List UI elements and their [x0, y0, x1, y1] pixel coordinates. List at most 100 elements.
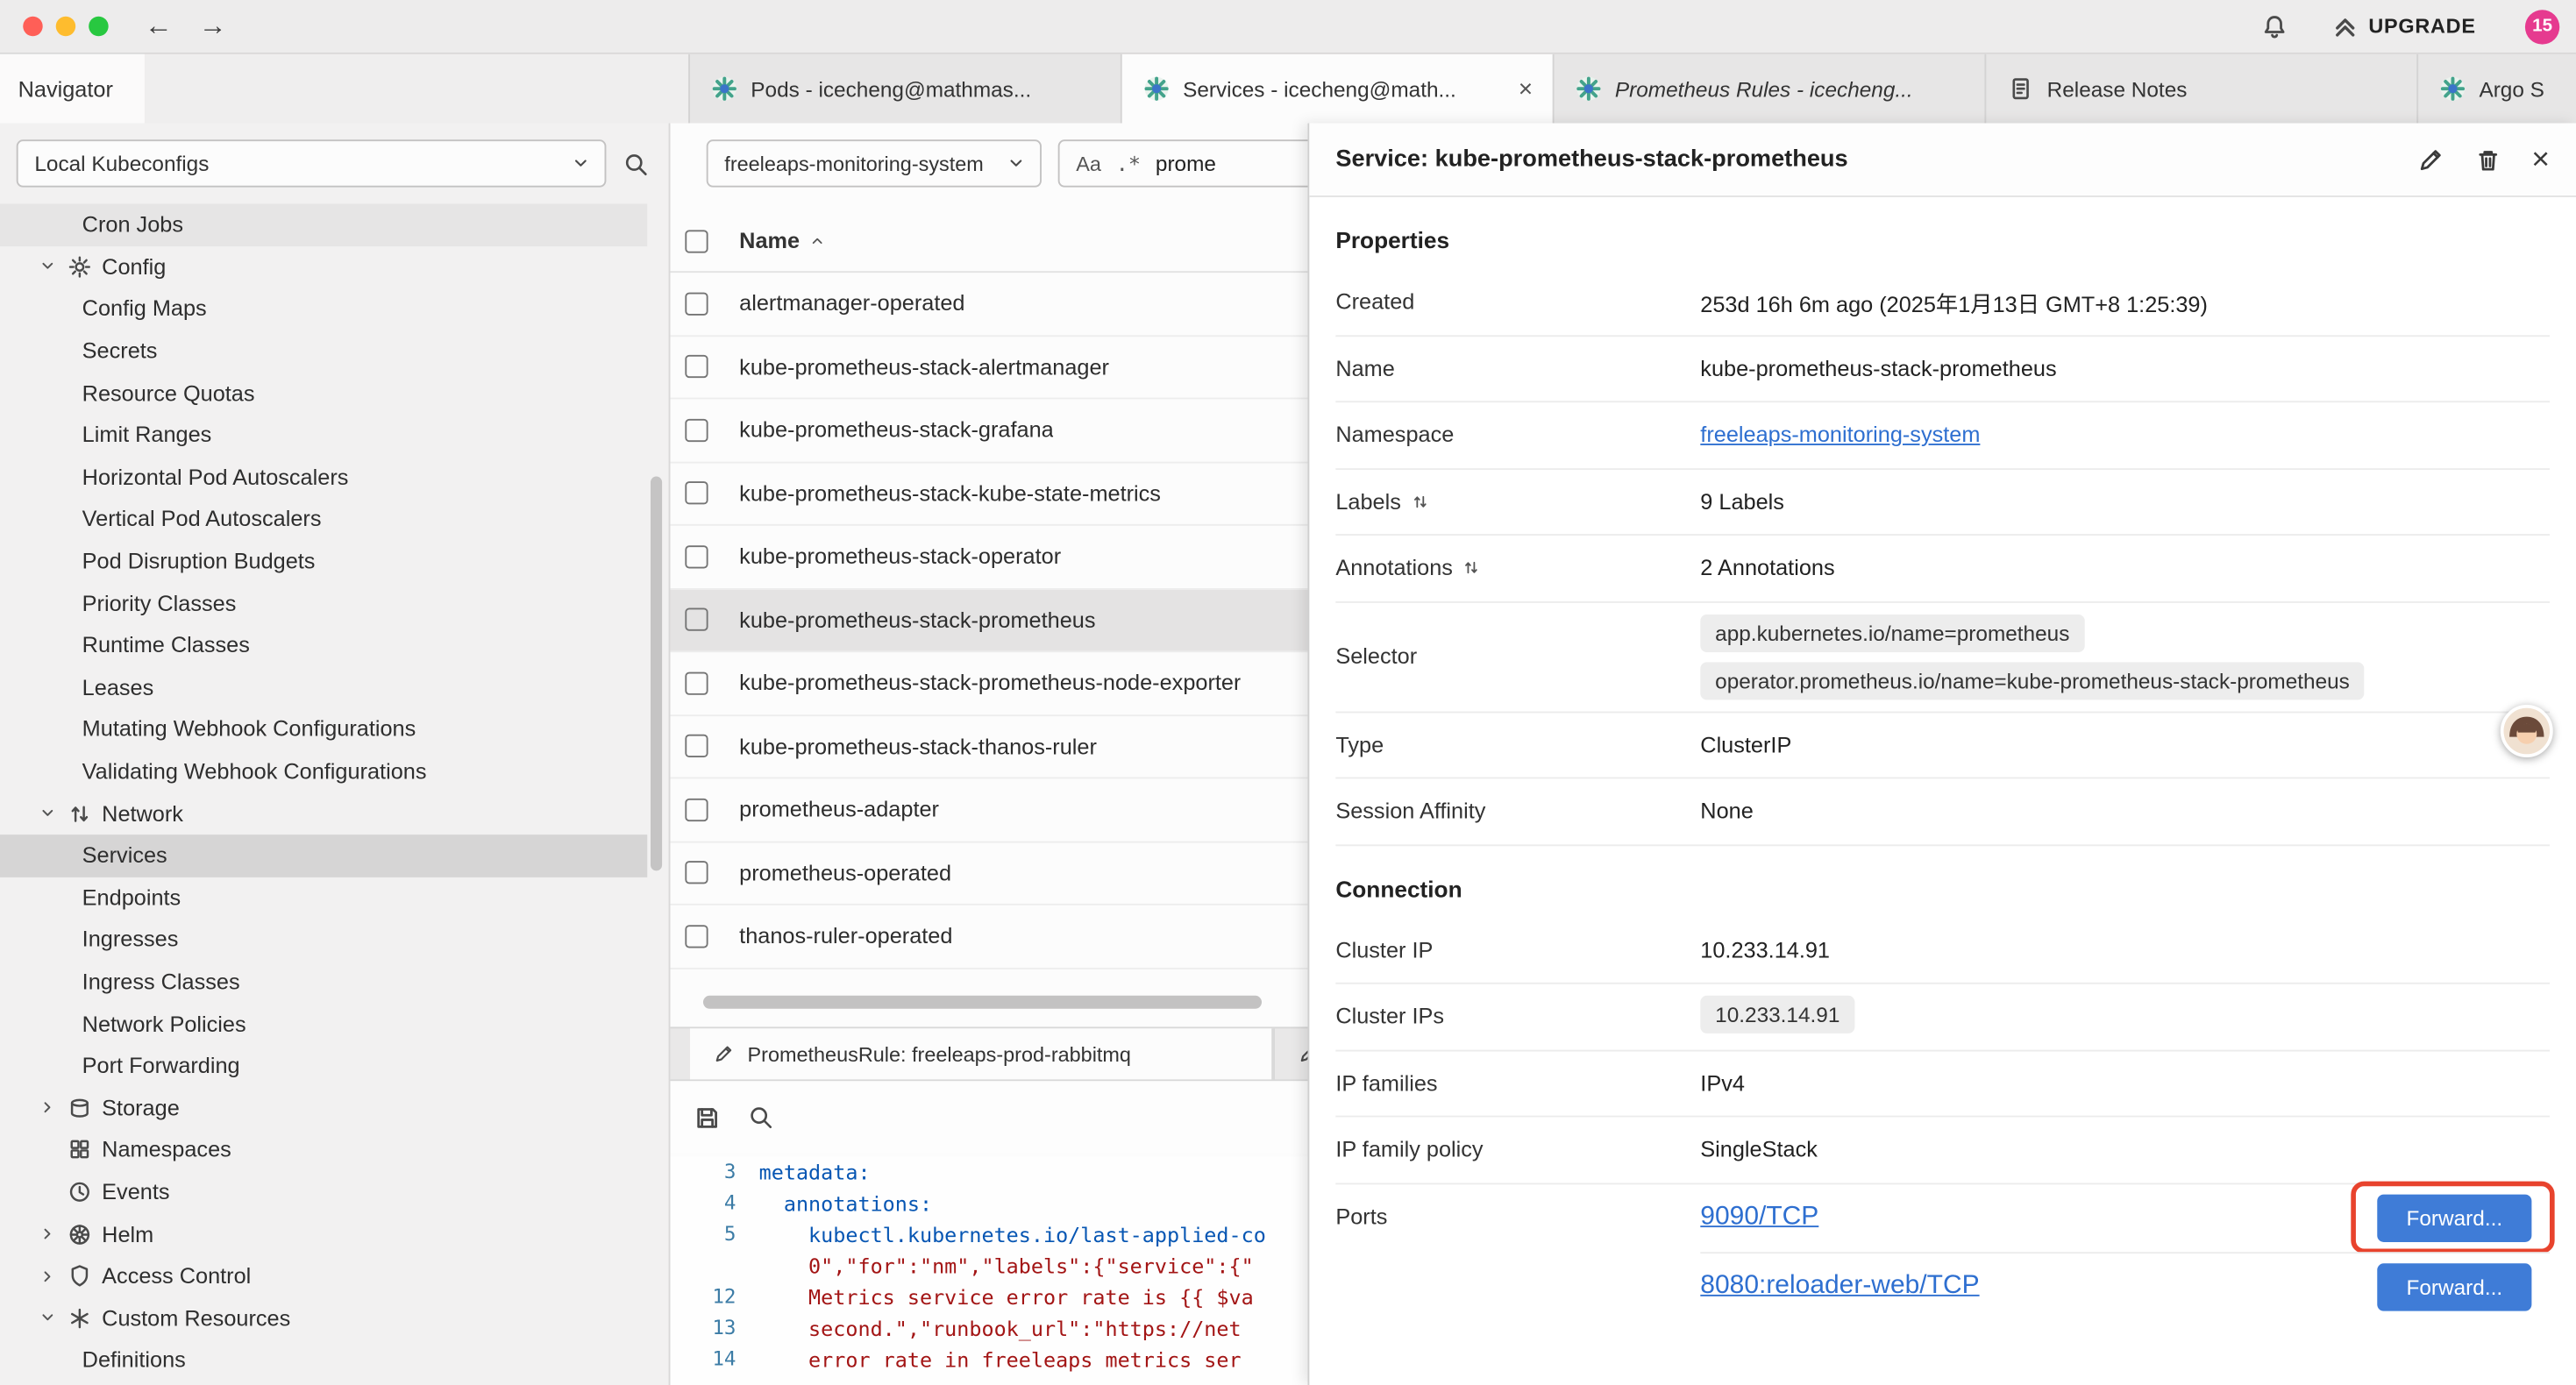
close-window-button[interactable]: [23, 17, 42, 36]
sidebar-item-secrets[interactable]: Secrets: [0, 330, 647, 372]
sidebar-item-vertical-pod-autoscalers[interactable]: Vertical Pod Autoscalers: [0, 498, 647, 540]
chevron-right-icon[interactable]: [38, 1224, 57, 1243]
row-checkbox[interactable]: [685, 798, 708, 820]
sidebar-item-runtime-classes[interactable]: Runtime Classes: [0, 624, 647, 666]
line-number: 13: [670, 1313, 758, 1345]
cluster-icon: [1576, 75, 1602, 102]
row-checkbox[interactable]: [685, 545, 708, 568]
notifications-bell-icon[interactable]: [2260, 12, 2288, 40]
line-number: 3: [670, 1156, 758, 1188]
row-checkbox[interactable]: [685, 418, 708, 441]
name-column-header[interactable]: Name: [739, 229, 826, 253]
sidebar-item-mutating-webhook-configurations[interactable]: Mutating Webhook Configurations: [0, 708, 647, 750]
namespace-filter-dropdown[interactable]: freeleaps-monitoring-system: [707, 139, 1042, 187]
sidebar-item-ingress-classes[interactable]: Ingress Classes: [0, 961, 647, 1003]
regex-toggle[interactable]: .*: [1116, 151, 1141, 175]
sidebar-item-definitions[interactable]: Definitions: [0, 1339, 647, 1381]
sidebar-item-network[interactable]: Network: [0, 792, 647, 835]
edit-pencil-icon[interactable]: [2416, 146, 2444, 174]
sidebar-item-endpoints[interactable]: Endpoints: [0, 877, 647, 919]
save-icon[interactable]: [694, 1104, 722, 1132]
dock-tab-prometheusrule[interactable]: PrometheusRule: freeleaps-prod-rabbitmq: [690, 1028, 1273, 1079]
sidebar-item-resource-quotas[interactable]: Resource Quotas: [0, 372, 647, 414]
selector-chip: operator.prometheus.io/name=kube-prometh…: [1700, 661, 2364, 699]
sidebar-item-horizontal-pod-autoscalers[interactable]: Horizontal Pod Autoscalers: [0, 456, 647, 498]
row-checkbox[interactable]: [685, 862, 708, 884]
avatar[interactable]: [2501, 705, 2553, 757]
sidebar-item-leases[interactable]: Leases: [0, 666, 647, 708]
expand-updown-icon[interactable]: [1411, 491, 1429, 512]
upgrade-icon: [2330, 12, 2359, 40]
sidebar-item-helm[interactable]: Helm: [0, 1213, 647, 1255]
property-row-annotations: Annotations 2 Annotations: [1335, 536, 2550, 602]
drawer-body: Properties Created 253d 16h 6m ago (2025…: [1309, 197, 2576, 1385]
back-button[interactable]: ←: [145, 10, 173, 42]
chevron-right-icon[interactable]: [38, 1266, 57, 1285]
port-link-9090[interactable]: 9090/TCP: [1700, 1203, 1818, 1232]
delete-trash-icon[interactable]: [2474, 146, 2502, 174]
sidebar-item-events[interactable]: Events: [0, 1171, 647, 1213]
sidebar-item-network-policies[interactable]: Network Policies: [0, 1003, 647, 1045]
code-line: error rate in freeleaps metrics ser: [759, 1344, 1242, 1375]
chevron-down-icon[interactable]: [38, 1308, 57, 1327]
row-checkbox[interactable]: [685, 355, 708, 378]
namespace-link[interactable]: freeleaps-monitoring-system: [1700, 423, 1980, 447]
search-icon[interactable]: [623, 150, 649, 176]
minimize-window-button[interactable]: [56, 17, 75, 36]
sidebar-scrollbar[interactable]: [651, 477, 662, 871]
select-all-checkbox[interactable]: [685, 229, 708, 252]
forward-button[interactable]: Forward...: [2377, 1262, 2531, 1310]
row-checkbox[interactable]: [685, 482, 708, 505]
notification-count-badge[interactable]: 15: [2525, 9, 2559, 43]
row-checkbox[interactable]: [685, 671, 708, 694]
sidebar-item-validating-webhook-configurations[interactable]: Validating Webhook Configurations: [0, 750, 647, 792]
row-checkbox[interactable]: [685, 292, 708, 315]
match-case-toggle[interactable]: Aa: [1076, 152, 1101, 174]
upgrade-label: UPGRADE: [2368, 15, 2475, 38]
sidebar-item-ingresses[interactable]: Ingresses: [0, 919, 647, 961]
close-tab-icon[interactable]: ×: [1515, 75, 1536, 103]
expand-updown-icon[interactable]: [1462, 558, 1481, 579]
property-row-type: Type ClusterIP: [1335, 712, 2550, 778]
row-checkbox[interactable]: [685, 608, 708, 631]
port-line: 8080:reloader-web/TCP Forward...: [1700, 1251, 2550, 1320]
tab-pods[interactable]: Pods - icecheng@mathmas...: [690, 54, 1122, 124]
search-icon[interactable]: [748, 1104, 774, 1131]
sidebar-item-limit-ranges[interactable]: Limit Ranges: [0, 414, 647, 456]
upgrade-button[interactable]: UPGRADE: [2330, 12, 2475, 40]
connection-heading: Connection: [1335, 845, 2550, 917]
sidebar-item-custom-resources[interactable]: Custom Resources: [0, 1297, 647, 1339]
sidebar-item-services[interactable]: Services: [0, 835, 647, 877]
sidebar-item-access-control[interactable]: Access Control: [0, 1255, 647, 1297]
property-row-cluster-ips: Cluster IPs 10.233.14.91: [1335, 984, 2550, 1051]
sidebar-item-config[interactable]: Config: [0, 245, 647, 288]
sidebar-item-config-maps[interactable]: Config Maps: [0, 288, 647, 330]
sidebar-item-namespaces[interactable]: Namespaces: [0, 1129, 647, 1171]
chevron-right-icon[interactable]: [38, 1098, 57, 1118]
tab-release-notes[interactable]: Release Notes: [1986, 54, 2418, 124]
forward-button[interactable]: Forward...: [2377, 1194, 2531, 1241]
drawer-title: Service: kube-prometheus-stack-prometheu…: [1335, 146, 2387, 173]
tab-prometheus-rules[interactable]: Prometheus Rules - icecheng...: [1555, 54, 1987, 124]
forward-button[interactable]: →: [199, 10, 227, 42]
port-link-8080[interactable]: 8080:reloader-web/TCP: [1700, 1272, 1979, 1302]
close-icon[interactable]: ×: [2531, 144, 2550, 175]
sidebar-item-priority-classes[interactable]: Priority Classes: [0, 582, 647, 624]
navigator-title: Navigator: [0, 54, 145, 124]
row-checkbox[interactable]: [685, 925, 708, 948]
cluster-ip-chip: 10.233.14.91: [1700, 995, 1854, 1033]
row-checkbox[interactable]: [685, 735, 708, 757]
chevron-down-icon[interactable]: [38, 257, 57, 276]
sidebar-item-cron-jobs[interactable]: Cron Jobs: [0, 203, 647, 245]
tab-argo[interactable]: Argo S: [2418, 54, 2576, 124]
line-number: 4: [670, 1188, 758, 1219]
sidebar-item-port-forwarding[interactable]: Port Forwarding: [0, 1045, 647, 1087]
zoom-window-button[interactable]: [89, 17, 108, 36]
kubeconfig-selector[interactable]: Local Kubeconfigs: [17, 139, 607, 187]
property-row-ip-families: IP families IPv4: [1335, 1051, 2550, 1118]
tab-services[interactable]: Services - icecheng@math... ×: [1122, 54, 1555, 124]
line-number: 14: [670, 1344, 758, 1375]
chevron-down-icon[interactable]: [38, 804, 57, 823]
sidebar-item-storage[interactable]: Storage: [0, 1087, 647, 1129]
sidebar-item-pod-disruption-budgets[interactable]: Pod Disruption Budgets: [0, 540, 647, 582]
